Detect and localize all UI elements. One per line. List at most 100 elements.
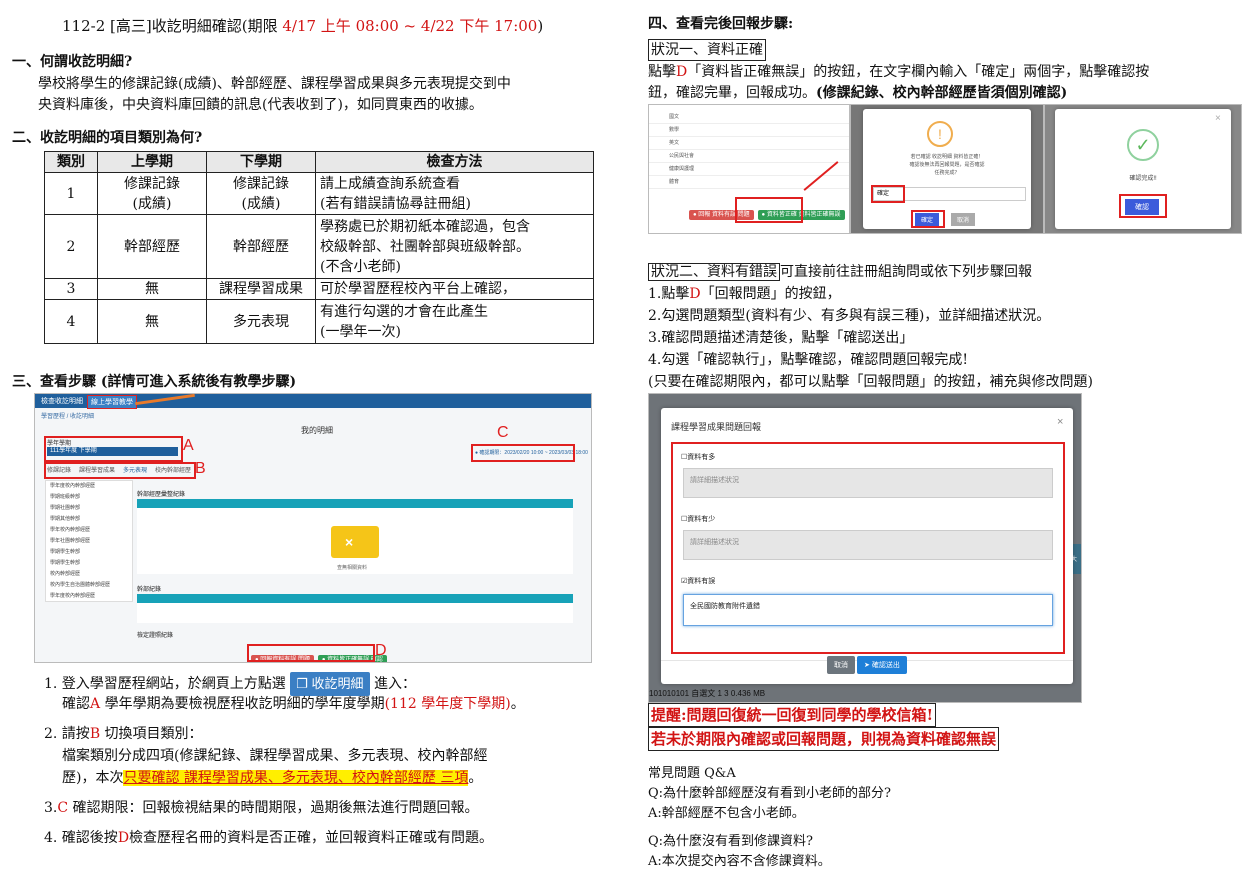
missing-description[interactable]: 請詳細描述狀況: [683, 530, 1053, 560]
reminder-2: 若未於期限內確認或回報問題，則視為資料確認無誤: [648, 727, 1000, 751]
confirm-dialog: ! 若已確認 收訖明細 資料皆正確！ 確認後無法再回報問題，是否確認 任務完成？…: [863, 109, 1031, 229]
option-missing-label: 資料有少: [687, 516, 716, 523]
section1-line2: 央資料庫後，中央資料庫回饋的訊息(代表收到了)，如同買東西的收據。: [38, 97, 483, 113]
cell-category: 3: [44, 278, 98, 300]
option-extra[interactable]: ☐資料有多: [681, 452, 715, 462]
step4-line: 4. 確認後按D檢查歷程名冊的資料是否正確，並回報資料正確或有問題。: [44, 828, 493, 848]
extra-description[interactable]: 請詳細描述狀況: [683, 468, 1053, 498]
cell-first: 修課記錄 (成績): [97, 172, 207, 215]
main-title: 我的明細: [301, 426, 333, 435]
report-dialog-title: 課程學習成果問題回報: [671, 422, 762, 432]
case2-heading-line: 狀況二、資料有錯誤 可直接前往註冊組詢問或依下列步驟回報: [648, 262, 1032, 282]
highlight-box: [735, 197, 803, 223]
panel-header-bar-2: [137, 594, 573, 603]
side-list-item[interactable]: 學年社團幹部經歷: [46, 536, 132, 547]
close-icon[interactable]: ×: [1057, 416, 1063, 428]
record-row: [137, 603, 573, 623]
cell-method: 學務處已於期初紙本確認過，包含 校級幹部、社團幹部與班級幹部。 (不含小老師): [315, 214, 594, 279]
case2-subtext: 可直接前往註冊組詢問或依下列步驟回報: [780, 264, 1032, 280]
top-nav: 檢查收訖明細 線上學習教學: [35, 394, 591, 409]
cell-text: (成績): [132, 195, 172, 212]
cell-first: 無: [97, 299, 207, 344]
cell-method: 可於學習歷程校內平台上確認，: [315, 278, 594, 300]
step1-line1: 1. 登入學習歷程網站，於網頁上方點選 ❐ 收訖明細 進入：: [44, 672, 416, 696]
ok-highlight: [911, 210, 945, 228]
case2-step4: 4.勾選「確認執行」，點擊確認，確認問題回報完成!: [648, 352, 968, 368]
table-row: 3 無 課程學習成果 可於學習歷程校內平台上確認，: [44, 278, 594, 300]
case1-line2: 鈕，確認完畢，回報成功。(修課紀錄、校內幹部經歷皆須個別確認): [648, 83, 1067, 103]
cell-text: 校級幹部、社團幹部與班級幹部。: [320, 238, 530, 255]
cell-text: (成績): [241, 195, 281, 212]
step4-text-end: 檢查歷程名冊的資料是否正確，並回報資料正確或有問題。: [129, 830, 494, 846]
step2-line1: 2. 請按B 切換項目類別：: [44, 724, 203, 744]
category-table: 類別 上學期 下學期 檢查方法 1 修課記錄 (成績) 修課記錄 (成績) 請上成績…: [44, 151, 594, 344]
case1-text-2: 「資料皆正確無誤」的按鈕，在文字欄內輸入「確定」兩個字，點擊確認按: [687, 64, 1150, 80]
side-list-item[interactable]: 校內幹部經歷: [46, 569, 132, 580]
submit-button[interactable]: ➤ 確認送出: [857, 656, 907, 674]
side-list-item[interactable]: 學期社團幹部: [46, 503, 132, 514]
confirm-screenshot-2: ! 若已確認 收訖明細 資料皆正確！ 確認後無法再回報問題，是否確認 任務完成？…: [850, 104, 1044, 234]
header-second-semester: 下學期: [206, 151, 316, 173]
mark-label-d: D: [375, 642, 387, 659]
table-row: 1 修課記錄 (成績) 修課記錄 (成績) 請上成績查詢系統查看 (若有錯誤請協尋註冊…: [44, 172, 594, 215]
nav-tab-tutorial[interactable]: 線上學習教學: [87, 395, 137, 409]
cell-text: (若有錯誤請協尋註冊組): [320, 195, 471, 212]
step1-line2: 確認A 學年學期為要檢視歷程收訖明細的學年度學期(112 學年度下學期)。: [62, 694, 525, 714]
side-list-item[interactable]: 學期學生幹部: [46, 547, 132, 558]
step1-text-end: 進入：: [374, 676, 417, 692]
cell-text: 請上成績查詢系統查看: [320, 175, 460, 192]
cell-second: 課程學習成果: [206, 278, 316, 300]
report-screenshot: 檔案大小 101010101 自選文 1 3 0.436 MB 課程學習成果問題…: [648, 393, 1082, 703]
faq-a2: A:本次提交內容不含修課資料。: [648, 854, 831, 869]
send-icon: ➤: [864, 662, 870, 669]
dialog-cancel-button[interactable]: 取消: [951, 213, 976, 226]
success-message: 確認完成!!: [1129, 176, 1157, 182]
side-list-item[interactable]: 學期學生幹部: [46, 558, 132, 569]
side-list-item[interactable]: 校內學生自治團體幹部經歷: [46, 580, 132, 591]
cell-method: 有進行勾選的才會在此產生 (一學年一次): [315, 299, 594, 344]
cell-category: 1: [44, 172, 98, 215]
header-first-semester: 上學期: [97, 151, 207, 173]
side-list-item[interactable]: 學期班級幹部: [46, 492, 132, 503]
side-list-item[interactable]: 學年度校內幹部經歷: [46, 481, 132, 492]
empty-text: 查無相關資料: [337, 565, 368, 571]
cell-text: 學務處已於期初紙本確認過，包含: [320, 218, 530, 235]
side-list-item[interactable]: 學期其他幹部: [46, 514, 132, 525]
cell-second: 修課記錄 (成績): [206, 172, 316, 215]
case2-step2: 2.勾選問題類型(資料有少、有多與有誤三種)，並詳細描述狀況。: [648, 308, 1051, 324]
receipt-detail-label: 收訖明細: [311, 676, 364, 691]
side-list-item[interactable]: 學年度校內幹部經歷: [46, 591, 132, 602]
table-row: 國文: [649, 111, 849, 124]
case1-text-3: 鈕，確認完畢，回報成功。: [648, 85, 816, 101]
close-icon[interactable]: ×: [1215, 113, 1221, 124]
step4-mark-d: D: [117, 830, 130, 846]
step2-line2: 檔案類別分成四項(修課紀錄、課程學習成果、多元表現、校內幹部經: [62, 748, 488, 764]
option-missing[interactable]: ☐資料有少: [681, 514, 715, 524]
confirm-screenshot-1: 國文 數學 英文 公民與社會 健康與護理 體育 ● 回報 資料有誤 問題 ● 資料皆正確 …: [648, 104, 850, 234]
cancel-button[interactable]: 取消: [827, 656, 855, 674]
step1-period: 。: [510, 696, 525, 712]
case2-mark-d: D: [689, 286, 701, 302]
ok-highlight: [1119, 194, 1167, 218]
step1-desc: 學年學期為要檢視歷程收訖明細的學年度學期: [100, 696, 385, 712]
mark-box-b: [44, 462, 196, 479]
case2-step1: 1.點擊D「回報問題」的按鈕，: [648, 284, 841, 304]
cell-second: 多元表現: [206, 299, 316, 344]
dialog-message: 若已確認 收訖明細 資料皆正確！ 確認後無法再回報問題，是否確認 任務完成？: [863, 153, 1031, 177]
case2-step1-end: 「回報問題」的按鈕，: [700, 286, 841, 302]
table-header-row: 類別 上學期 下學期 檢查方法: [44, 151, 594, 173]
title-suffix: ): [537, 17, 544, 35]
header-category: 類別: [44, 151, 98, 173]
copy-icon: ❐: [296, 676, 308, 691]
option-error[interactable]: ☑資料有誤: [681, 576, 715, 586]
side-list-item[interactable]: 學年校內幹部經歷: [46, 525, 132, 536]
error-description[interactable]: 全民國防教育附件遺錯: [683, 594, 1053, 626]
confirm-screenshot-3: × ✓ 確認完成!! 確認: [1044, 104, 1242, 234]
header-check-method: 檢查方法: [315, 151, 594, 173]
nav-tab-receipt[interactable]: 檢查收訖明細: [41, 396, 83, 406]
step3-text: 確認期限：回報檢視結果的時間期限，過期後無法進行問題回報。: [68, 800, 479, 816]
cell-first: 幹部經歷: [97, 214, 207, 279]
faq-q2: Q:為什麼沒有看到修課資料?: [648, 834, 814, 849]
step1-confirm: 確認: [62, 696, 90, 712]
title-range: 4/17 上午 08:00 ~ 4/22 下午 17:00: [282, 17, 538, 35]
